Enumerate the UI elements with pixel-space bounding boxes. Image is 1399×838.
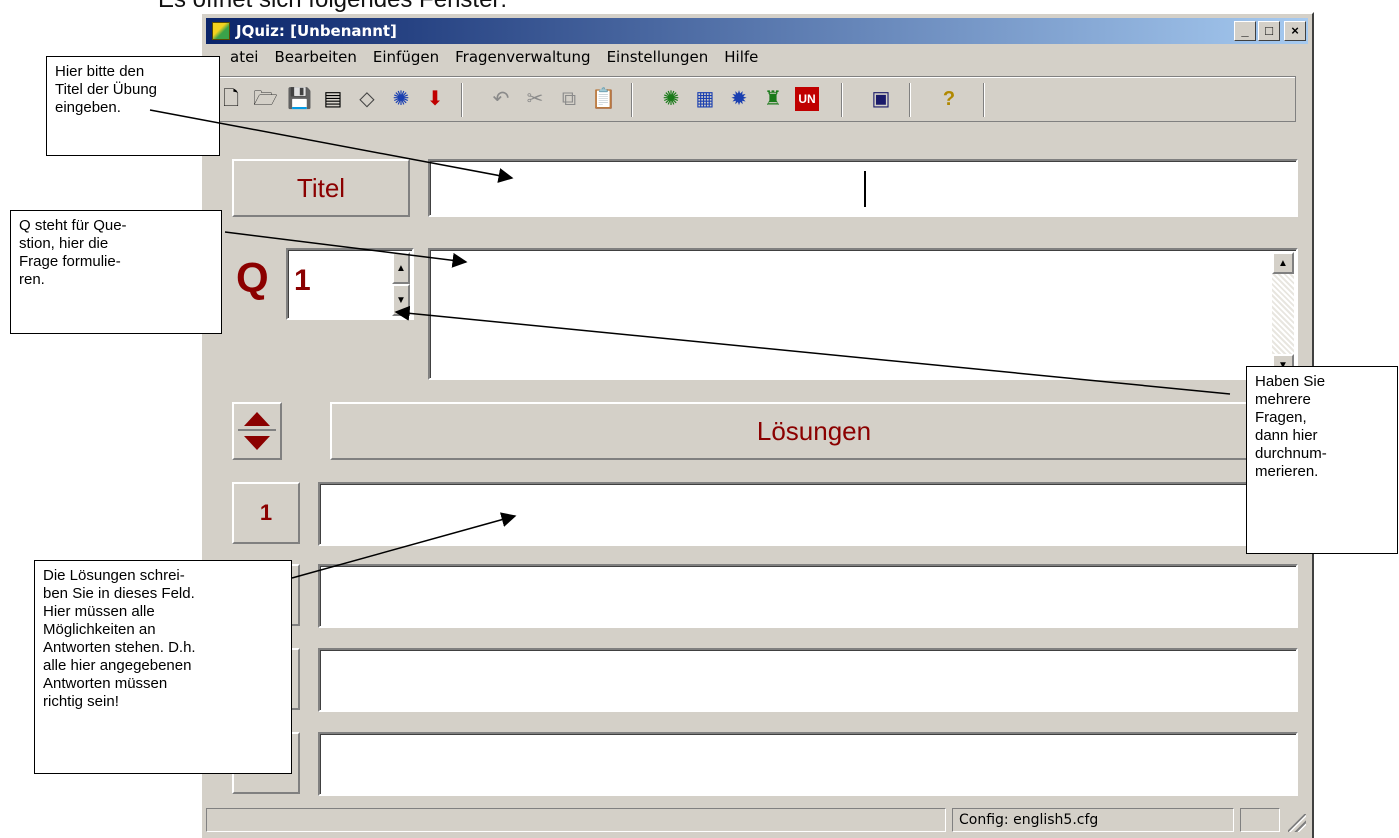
toolbar-separator <box>461 83 463 117</box>
annotation-line: ren. <box>19 271 45 288</box>
web-export-icon[interactable]: ✺ <box>389 87 413 111</box>
question-scrollbar[interactable]: ▲ ▼ <box>1272 252 1294 376</box>
annotation-line: Haben Sie <box>1255 373 1326 390</box>
status-bar: Config: english5.cfg <box>206 804 1308 834</box>
image-insert-icon[interactable]: ▦ <box>693 87 717 111</box>
annotation-line: Q steht für Que- <box>19 217 127 234</box>
annotation-line: ben Sie in dieses Feld. <box>43 585 195 602</box>
minimize-button[interactable]: _ <box>1234 21 1256 41</box>
new-file-icon[interactable]: 🗋 <box>219 87 243 111</box>
titel-field[interactable] <box>428 159 1298 217</box>
hotpotatoes-icon[interactable]: ♜ <box>761 87 785 111</box>
annotation-line: Fragen, <box>1255 409 1307 426</box>
menu-einstellungen[interactable]: Einstellungen <box>607 48 709 66</box>
annotation-line: Antworten müssen <box>43 675 168 692</box>
answer-number-button[interactable]: 1 <box>232 482 300 544</box>
arrow-down-icon <box>244 436 270 450</box>
text-caret <box>864 171 866 207</box>
maximize-button[interactable]: □ <box>1258 21 1280 41</box>
answer-field[interactable] <box>318 648 1298 712</box>
scroll-up-button[interactable]: ▲ <box>1272 252 1294 274</box>
annotation-line: Die Lösungen schrei- <box>43 567 185 584</box>
annotation-line: alle hier angegebenen <box>43 657 192 674</box>
annotation-line: merieren. <box>1255 463 1319 480</box>
window-title: JQuiz: [Unbenannt] <box>236 22 397 40</box>
annotation-line: Titel der Übung <box>55 81 157 98</box>
save-as-icon[interactable]: ▤ <box>321 87 345 111</box>
jquiz-app-icon <box>212 22 230 40</box>
loesungen-header[interactable]: Lösungen <box>330 402 1298 460</box>
web-export-2-icon[interactable]: ✹ <box>727 87 751 111</box>
status-panel-main <box>206 808 946 832</box>
annotation-titel: Hier bitte den Titel der Übung eingeben. <box>46 56 220 156</box>
undo-icon[interactable]: ↶ <box>489 87 513 111</box>
copy-icon[interactable]: ⧉ <box>557 87 581 111</box>
annotation-line: eingeben. <box>55 99 121 116</box>
menu-einfuegen[interactable]: Einfügen <box>373 48 439 66</box>
annotation-line: stion, hier die <box>19 235 109 252</box>
unicode-icon[interactable]: UN <box>795 87 819 111</box>
help-icon[interactable]: ? <box>937 87 961 111</box>
resize-grip[interactable] <box>1288 814 1306 832</box>
toolbar: 🗋 🗁 💾 ▤ ◇ ✺ ⬇ ↶ ✂ ⧉ 📋 ✺ ▦ ✹ ♜ UN ▣ ? <box>212 76 1296 122</box>
title-bar[interactable]: JQuiz: [Unbenannt] _ □ × <box>206 18 1308 44</box>
answer-field[interactable] <box>318 482 1298 546</box>
toolbar-separator <box>631 83 633 117</box>
annotation-line: Antworten stehen. D.h. <box>43 639 196 656</box>
menu-fragenverwaltung[interactable]: Fragenverwaltung <box>455 48 590 66</box>
toolbar-separator <box>841 83 843 117</box>
annotation-line: dann hier <box>1255 427 1318 444</box>
graphics-icon[interactable]: ▣ <box>869 87 893 111</box>
annotation-line: durchnum- <box>1255 445 1327 462</box>
menu-bearbeiten[interactable]: Bearbeiten <box>274 48 356 66</box>
question-number: 1 <box>294 264 311 297</box>
save-icon[interactable]: 💾 <box>287 87 312 111</box>
download-arrow-icon[interactable]: ⬇ <box>423 87 447 111</box>
open-folder-icon[interactable]: 🗁 <box>253 87 278 111</box>
menu-bar: atei Bearbeiten Einfügen Fragenverwaltun… <box>230 48 758 66</box>
annotation-line: Möglichkeiten an <box>43 621 156 638</box>
divider <box>238 429 276 431</box>
toolbar-separator <box>909 83 911 117</box>
annotation-question: Q steht für Que- stion, hier die Frage f… <box>10 210 222 334</box>
annotation-line: richtig sein! <box>43 693 119 710</box>
question-label: Q <box>236 254 269 301</box>
eraser-icon[interactable]: ◇ <box>355 87 379 111</box>
spin-down-button[interactable]: ▼ <box>392 284 410 316</box>
titel-button[interactable]: Titel <box>232 159 410 217</box>
toolbar-separator <box>983 83 985 117</box>
answer-field[interactable] <box>318 564 1298 628</box>
jquiz-window: JQuiz: [Unbenannt] _ □ × atei Bearbeiten… <box>200 12 1314 838</box>
move-answers-button[interactable] <box>232 402 282 460</box>
status-config: Config: english5.cfg <box>952 808 1234 832</box>
annotation-numbering: Haben Sie mehrere Fragen, dann hier durc… <box>1246 366 1398 554</box>
annotation-line: Hier müssen alle <box>43 603 155 620</box>
close-button[interactable]: × <box>1284 21 1306 41</box>
annotation-answers: Die Lösungen schrei- ben Sie in dieses F… <box>34 560 292 774</box>
annotation-line: mehrere <box>1255 391 1311 408</box>
spin-up-button[interactable]: ▲ <box>392 252 410 284</box>
status-panel-small <box>1240 808 1280 832</box>
arrow-up-icon <box>244 412 270 426</box>
paste-icon[interactable]: 📋 <box>591 87 616 111</box>
menu-hilfe[interactable]: Hilfe <box>724 48 758 66</box>
question-text-field[interactable]: ▲ ▼ <box>428 248 1298 380</box>
annotation-line: Hier bitte den <box>55 63 145 80</box>
cut-icon[interactable]: ✂ <box>523 87 547 111</box>
annotation-line: Frage formulie- <box>19 253 121 270</box>
menu-datei[interactable]: atei <box>230 48 258 66</box>
answer-field[interactable] <box>318 732 1298 796</box>
question-number-spinner[interactable]: 1 ▲ ▼ <box>286 248 414 320</box>
web-page-icon[interactable]: ✺ <box>659 87 683 111</box>
